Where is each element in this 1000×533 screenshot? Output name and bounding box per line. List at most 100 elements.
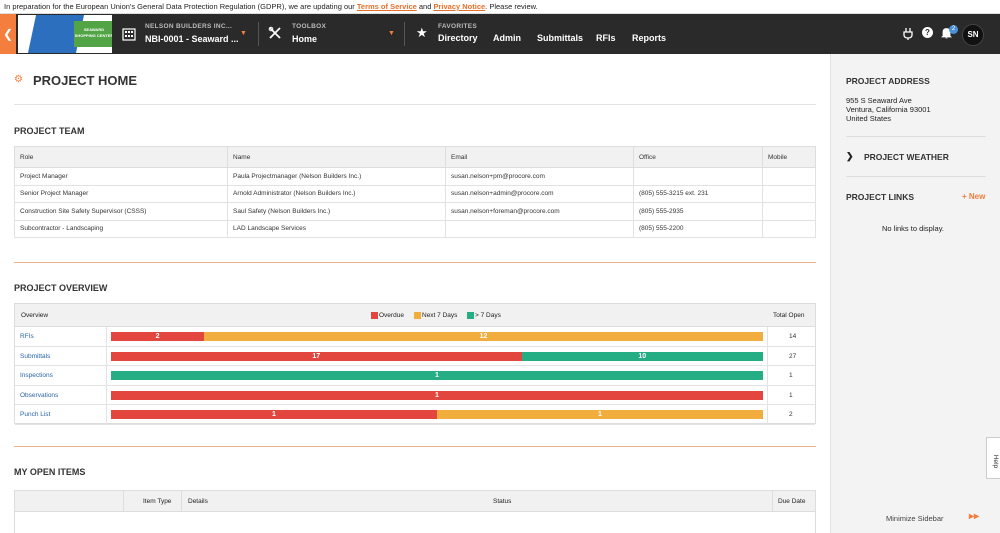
bar-segment-next7[interactable]: 12 bbox=[204, 332, 763, 341]
team-section-title: PROJECT TEAM bbox=[14, 126, 85, 136]
cell-divider bbox=[767, 366, 768, 385]
bar-segment-gt7[interactable]: 1 bbox=[111, 371, 763, 380]
bar-segment-next7[interactable]: 1 bbox=[437, 410, 763, 419]
gdpr-suffix: . Please review. bbox=[485, 2, 538, 11]
overview-row-link[interactable]: Inspections bbox=[20, 372, 53, 379]
cell-divider bbox=[106, 366, 107, 385]
role-cell: Construction Site Safety Supervisor (CSS… bbox=[14, 202, 228, 221]
back-arrow-icon[interactable]: ❮ bbox=[0, 14, 16, 54]
overview-row: Inspections 1 1 bbox=[15, 366, 815, 386]
column-divider bbox=[772, 491, 773, 512]
office-cell bbox=[633, 167, 763, 186]
project-selector[interactable]: NELSON BUILDERS INC... NBI-0001 - Seawar… bbox=[122, 14, 252, 54]
nav-link-admin[interactable]: Admin bbox=[493, 33, 521, 43]
nav-link-submittals[interactable]: Submittals bbox=[537, 33, 583, 43]
table-row: Senior Project Manager Arnold Administra… bbox=[14, 184, 816, 203]
address-title: PROJECT ADDRESS bbox=[846, 76, 930, 86]
overview-section-title: PROJECT OVERVIEW bbox=[14, 283, 108, 293]
help-icon[interactable]: ? bbox=[922, 27, 933, 38]
email-cell[interactable]: susan.nelson+foreman@procore.com bbox=[445, 202, 634, 221]
role-cell: Subcontractor - Landscaping bbox=[14, 219, 228, 238]
chevron-down-icon: ▼ bbox=[240, 30, 247, 37]
name-cell: Arnold Administrator (Nelson Builders In… bbox=[227, 184, 446, 203]
overview-row-link[interactable]: RFIs bbox=[20, 333, 34, 340]
total-open-value: 27 bbox=[789, 352, 797, 360]
terms-of-service-link[interactable]: Terms of Service bbox=[357, 2, 417, 11]
legend-swatch-next7 bbox=[414, 312, 421, 319]
project-team-table: Role Name Email Office Mobile Project Ma… bbox=[14, 146, 816, 238]
gdpr-and: and bbox=[416, 2, 434, 11]
company-label: NELSON BUILDERS INC... bbox=[145, 23, 233, 30]
column-header[interactable]: Item Type bbox=[143, 498, 171, 505]
mobile-cell bbox=[762, 184, 816, 203]
role-cell: Project Manager bbox=[14, 167, 228, 186]
nav-link-rfis[interactable]: RFIs bbox=[596, 33, 616, 43]
chevron-right-icon[interactable]: ❯ bbox=[846, 152, 854, 161]
legend-gt7: > 7 Days bbox=[475, 312, 501, 319]
overview-bar: 2 12 bbox=[111, 332, 763, 341]
column-header: Office bbox=[633, 146, 763, 168]
bar-segment-overdue[interactable]: 1 bbox=[111, 410, 437, 419]
column-header[interactable]: Status bbox=[493, 498, 511, 505]
office-cell: (805) 555-2200 bbox=[633, 219, 763, 238]
overview-row-link[interactable]: Observations bbox=[20, 392, 58, 399]
bar-segment-gt7[interactable]: 10 bbox=[521, 351, 763, 361]
minimize-sidebar-button[interactable]: Minimize Sidebar bbox=[886, 514, 944, 523]
table-row: Subcontractor - Landscaping LAD Landscap… bbox=[14, 219, 816, 238]
legend-overdue: Overdue bbox=[379, 312, 404, 319]
overview-row-link[interactable]: Punch List bbox=[20, 411, 50, 418]
nav-link-directory[interactable]: Directory bbox=[438, 33, 478, 43]
toolbox-label: TOOLBOX bbox=[292, 23, 327, 30]
privacy-notice-link[interactable]: Privacy Notice bbox=[433, 2, 485, 11]
new-link-button[interactable]: + New bbox=[962, 192, 985, 201]
overview-row-link[interactable]: Submittals bbox=[20, 353, 50, 360]
open-items-section-title: MY OPEN ITEMS bbox=[14, 467, 86, 477]
project-logo[interactable]: SEAWARD SHOPPING CENTER bbox=[18, 15, 112, 53]
cell-divider bbox=[767, 327, 768, 346]
avatar[interactable]: SN bbox=[962, 24, 984, 46]
column-header[interactable]: Details bbox=[188, 498, 208, 505]
bar-segment-overdue[interactable]: 17 bbox=[111, 351, 522, 361]
email-cell[interactable]: susan.nelson+pm@procore.com bbox=[445, 167, 634, 186]
cell-divider bbox=[106, 346, 107, 366]
column-header: Email bbox=[445, 146, 634, 168]
nav-link-reports[interactable]: Reports bbox=[632, 33, 666, 43]
column-divider bbox=[123, 491, 124, 512]
column-header[interactable]: Due Date bbox=[778, 498, 805, 505]
overview-header: Overview Overdue Next 7 Days > 7 Days To… bbox=[15, 304, 815, 327]
help-tab[interactable]: Help bbox=[986, 437, 1000, 479]
notification-badge: 2 bbox=[949, 25, 958, 34]
gear-icon[interactable]: ⚙ bbox=[14, 74, 23, 85]
sidebar: PROJECT ADDRESS 955 S Seaward Ave Ventur… bbox=[830, 54, 1000, 533]
email-cell[interactable]: susan.nelson+admin@procore.com bbox=[445, 184, 634, 203]
double-chevron-right-icon[interactable]: ▸▸ bbox=[969, 511, 979, 522]
nav-divider bbox=[404, 22, 405, 46]
bar-segment-overdue[interactable]: 2 bbox=[111, 332, 205, 341]
divider bbox=[14, 262, 816, 263]
open-items-header: Item Type Details Status Due Date bbox=[15, 491, 815, 512]
table-header-row: Role Name Email Office Mobile bbox=[14, 146, 816, 168]
project-name: NBI-0001 - Seaward ... bbox=[145, 34, 239, 44]
column-header: Name bbox=[227, 146, 446, 168]
email-cell[interactable] bbox=[445, 219, 634, 238]
overview-bar: 11 bbox=[111, 410, 763, 419]
mobile-cell bbox=[762, 202, 816, 221]
name-cell: LAD Landscape Services bbox=[227, 219, 446, 238]
overview-bar: 1 bbox=[111, 371, 763, 380]
nav-divider bbox=[258, 22, 259, 46]
total-open-value: 2 bbox=[789, 411, 793, 418]
cell-divider bbox=[767, 346, 768, 366]
address-line: United States bbox=[846, 114, 892, 123]
gdpr-text: In preparation for the European Union's … bbox=[4, 2, 357, 11]
star-icon[interactable]: ★ bbox=[416, 25, 428, 41]
plug-icon[interactable] bbox=[903, 27, 913, 41]
mobile-cell bbox=[762, 219, 816, 238]
bar-segment-overdue[interactable]: 1 bbox=[111, 390, 763, 400]
name-cell: Paula Projectmanager (Nelson Builders In… bbox=[227, 167, 446, 186]
total-open-value: 1 bbox=[789, 372, 793, 379]
cell-divider bbox=[106, 385, 107, 405]
toolbox-selector[interactable]: TOOLBOX Home ▼ bbox=[268, 14, 398, 54]
weather-toggle[interactable]: PROJECT WEATHER bbox=[864, 152, 949, 162]
cell-divider bbox=[106, 405, 107, 424]
role-cell: Senior Project Manager bbox=[14, 184, 228, 203]
